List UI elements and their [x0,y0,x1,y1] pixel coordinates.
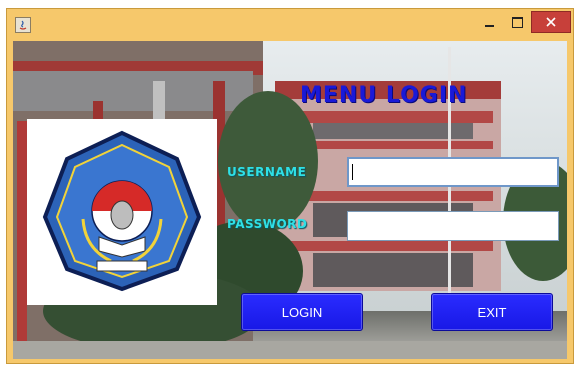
username-input[interactable] [347,157,559,187]
form-panel: MENU LOGIN USERNAME PASSWORD LOGIN EXIT [13,41,567,359]
username-label: USERNAME [227,165,307,179]
foundation-emblem-icon [42,130,202,292]
text-caret [352,164,353,180]
page-title: MENU LOGIN [300,83,468,108]
java-app-icon[interactable] [15,17,31,33]
exit-button[interactable]: EXIT [431,293,553,331]
title-bar[interactable] [7,9,573,39]
minimize-icon [484,25,494,27]
close-button[interactable] [531,11,571,33]
login-button[interactable]: LOGIN [241,293,363,331]
minimize-button[interactable] [475,11,503,33]
close-icon [546,17,556,27]
password-input[interactable] [347,211,559,241]
school-logo [27,119,217,305]
login-window: MENU LOGIN USERNAME PASSWORD LOGIN EXIT [6,8,574,364]
maximize-icon [511,16,523,28]
maximize-button[interactable] [503,11,531,33]
password-label: PASSWORD [227,217,308,231]
